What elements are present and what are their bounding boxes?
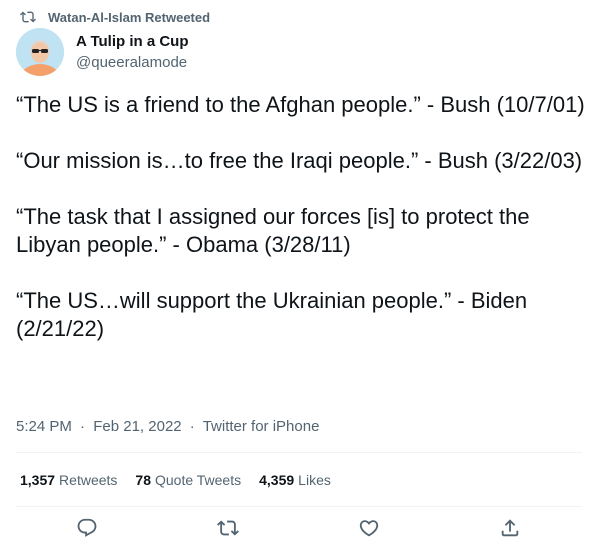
reply-icon [77, 518, 97, 537]
retweet-button[interactable] [217, 517, 241, 541]
meta-separator: · [80, 418, 86, 435]
tweet-date[interactable]: Feb 21, 2022 [93, 418, 181, 435]
share-button[interactable] [499, 517, 523, 541]
tweet-source[interactable]: Twitter for iPhone [203, 418, 320, 435]
divider [16, 506, 582, 507]
tweet-stats: 1,357 Retweets 78 Quote Tweets 4,359 Likes [20, 470, 349, 490]
quote-tweets-count: 78 [135, 472, 151, 488]
retweets-label: Retweets [59, 472, 118, 488]
quote-tweets-label: Quote Tweets [154, 472, 242, 488]
retweet-icon [217, 520, 239, 536]
retweet-icon [20, 9, 36, 25]
likes-count: 4,359 [259, 472, 295, 488]
author-handle[interactable]: @queeralamode [76, 53, 189, 73]
tweet-actions [0, 517, 598, 541]
heart-icon [359, 520, 379, 537]
retweet-context[interactable]: Watan-Al-Islam Retweeted [20, 8, 210, 26]
tweet-meta: 5:24 PM · Feb 21, 2022 · Twitter for iPh… [16, 417, 319, 437]
quote-tweets-stat[interactable]: 78 Quote Tweets [135, 470, 241, 490]
tweet-paragraph: “Our mission is…to free the Iraqi people… [16, 148, 583, 173]
tweet-text: “The US is a friend to the Afghan people… [16, 91, 586, 343]
avatar[interactable] [16, 28, 64, 76]
meta-separator: · [189, 418, 195, 435]
tweet-time[interactable]: 5:24 PM [16, 418, 72, 435]
like-button[interactable] [358, 517, 382, 541]
retweets-stat[interactable]: 1,357 Retweets [20, 470, 117, 490]
likes-label: Likes [298, 472, 331, 488]
tweet-card: Watan-Al-Islam Retweeted A Tulip in a Cu… [0, 0, 598, 553]
author-display-name[interactable]: A Tulip in a Cup [76, 33, 189, 51]
tweet-paragraph: “The US is a friend to the Afghan people… [16, 92, 585, 117]
tweet-paragraph: “The task that I assigned our forces [is… [16, 204, 530, 257]
reply-button[interactable] [76, 517, 100, 541]
likes-stat[interactable]: 4,359 Likes [259, 470, 331, 490]
tweet-paragraph: “The US…will support the Ukrainian peopl… [16, 288, 528, 341]
share-icon [501, 519, 519, 537]
retweets-count: 1,357 [20, 472, 56, 488]
retweeted-by-label: Watan-Al-Islam Retweeted [48, 9, 211, 25]
divider [16, 452, 582, 453]
author-block[interactable]: A Tulip in a Cup @queeralamode [76, 33, 189, 73]
